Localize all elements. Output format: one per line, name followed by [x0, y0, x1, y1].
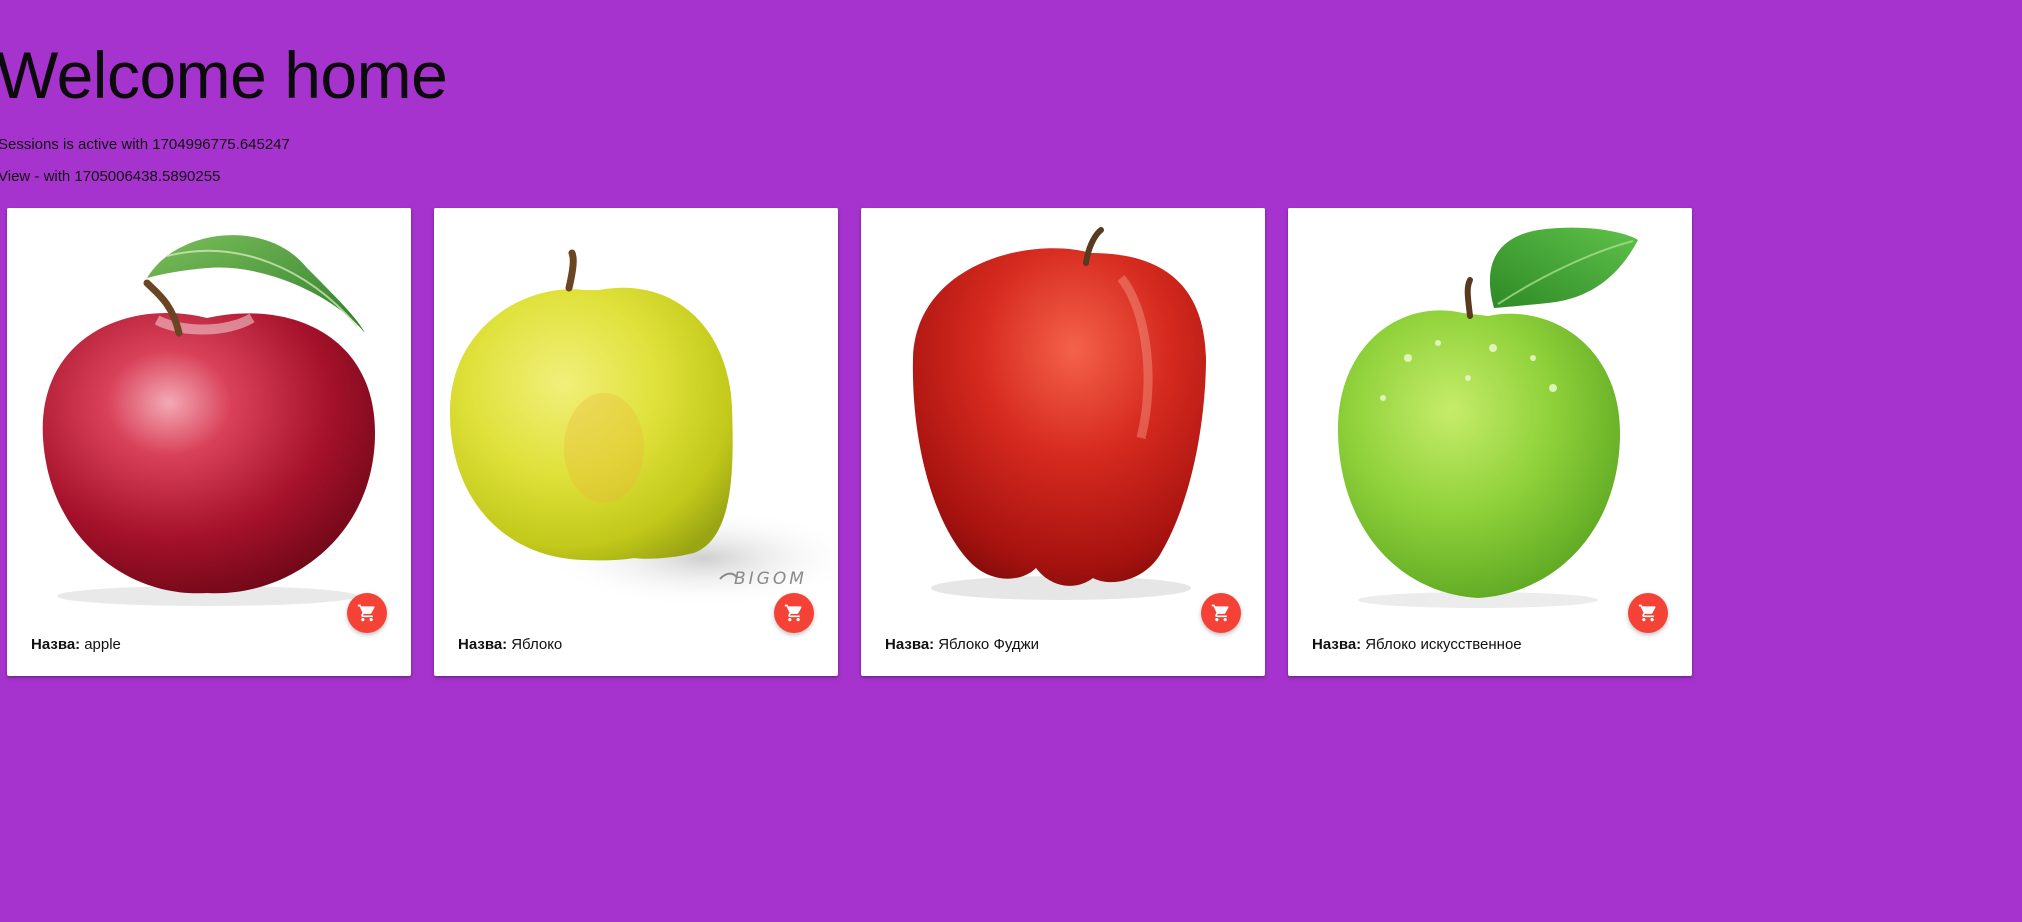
product-name: Назва: Яблоко — [458, 637, 562, 652]
product-name-label: Назва: — [458, 636, 508, 653]
add-to-cart-button[interactable] — [1201, 593, 1241, 633]
product-card: Назва: Яблоко Фуджи — [861, 208, 1265, 676]
cart-icon — [357, 604, 375, 622]
product-image-red-apple[interactable] — [7, 208, 411, 612]
product-image-green-apple[interactable] — [1288, 208, 1692, 612]
yellow-apple-illustration: BIGOM — [449, 249, 838, 608]
add-to-cart-button[interactable] — [774, 593, 814, 633]
add-to-cart-button[interactable] — [347, 593, 387, 633]
product-name: Назва: Яблоко искусственное — [1312, 637, 1522, 652]
product-name: Назва: apple — [31, 637, 121, 652]
product-name-label: Назва: — [31, 636, 81, 653]
page-title: Welcome home — [0, 38, 448, 112]
page: Welcome home Sessions is active with 170… — [0, 0, 2022, 922]
product-image-yellow-apple[interactable]: BIGOM — [434, 208, 838, 612]
product-name-label: Назва: — [1312, 636, 1362, 653]
view-status: View - with 1705006438.5890255 — [0, 168, 221, 185]
product-card: Назва: apple — [7, 208, 411, 676]
product-name-value: Яблоко — [511, 636, 563, 653]
product-image-fuji-apple[interactable] — [861, 208, 1265, 612]
red-apple-illustration — [42, 235, 375, 606]
product-name-value: apple — [84, 636, 121, 653]
watermark-text: BIGOM — [734, 569, 807, 589]
session-status: Sessions is active with 1704996775.64524… — [0, 136, 290, 153]
product-card: Назва: Яблоко искусственное — [1288, 208, 1692, 676]
product-name: Назва: Яблоко Фуджи — [885, 637, 1039, 652]
green-apple-illustration — [1337, 227, 1638, 608]
add-to-cart-button[interactable] — [1628, 593, 1668, 633]
cart-icon — [1638, 604, 1656, 622]
fuji-apple-illustration — [912, 227, 1206, 600]
product-name-label: Назва: — [885, 636, 935, 653]
product-list: Назва: apple BIGOM Назва: Яблоко Назва: … — [7, 208, 1692, 676]
product-name-value: Яблоко искусственное — [1365, 636, 1522, 653]
cart-icon — [1211, 604, 1229, 622]
product-card: BIGOM Назва: Яблоко — [434, 208, 838, 676]
product-name-value: Яблоко Фуджи — [938, 636, 1040, 653]
cart-icon — [784, 604, 802, 622]
